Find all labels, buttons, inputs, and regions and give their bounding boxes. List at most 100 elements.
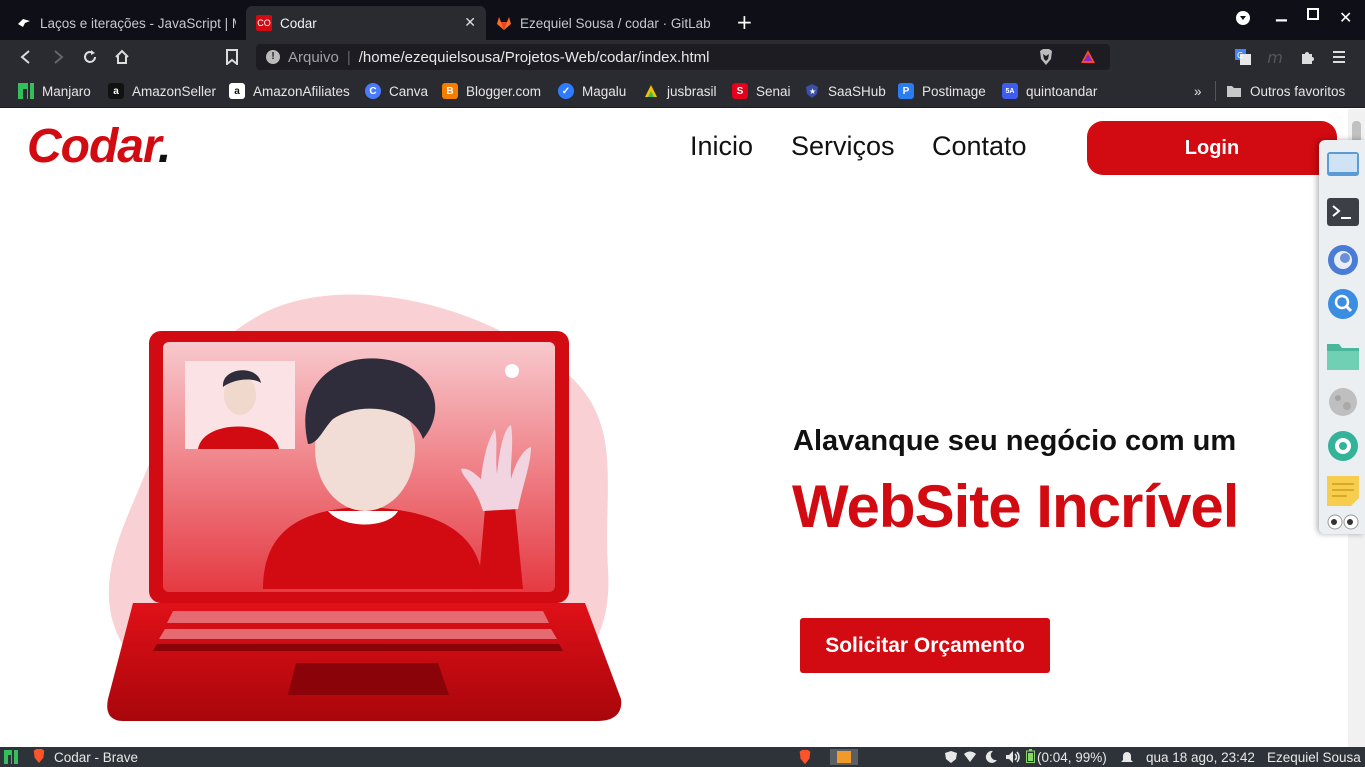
bookmark-label: quintoandar (1026, 83, 1098, 99)
user-name[interactable]: Ezequiel Sousa (1267, 749, 1361, 765)
brave-shields-icon[interactable] (1038, 48, 1054, 70)
bookmark-jusbrasil[interactable]: jusbrasil (643, 81, 717, 101)
minimize-icon[interactable]: ▁ (1276, 6, 1287, 22)
browser-launcher-icon[interactable] (1327, 244, 1359, 276)
bookmark-label: SaaSHub (828, 83, 886, 99)
taskbar: Codar - Brave (0:04, 99%) qua 18 ago, 23… (0, 747, 1365, 767)
bookmark-canva[interactable]: C Canva (365, 81, 428, 101)
nav-inicio[interactable]: Inicio (690, 131, 753, 162)
tab-title: Laços e iterações - JavaScript | MDN (40, 15, 236, 31)
eyes-icon[interactable] (1327, 512, 1359, 532)
terminal-icon[interactable] (1327, 196, 1359, 228)
maximize-icon[interactable] (1307, 8, 1319, 24)
bookmark-blogger[interactable]: B Blogger.com (442, 81, 541, 101)
nav-contato[interactable]: Contato (932, 131, 1027, 162)
nav-servicos[interactable]: Serviços (791, 131, 895, 162)
bookmark-postimage[interactable]: P Postimage (898, 81, 986, 101)
canva-icon: C (365, 83, 381, 99)
svg-text:G: G (1237, 51, 1243, 60)
bookmark-icon[interactable] (222, 47, 242, 67)
reload-icon[interactable] (80, 47, 100, 67)
request-quote-button[interactable]: Solicitar Orçamento (800, 618, 1050, 673)
saashub-icon: ★ (804, 83, 820, 99)
home-icon[interactable] (112, 47, 132, 67)
brave-rewards-icon[interactable] (1080, 49, 1096, 69)
translate-icon[interactable]: G (1233, 47, 1253, 67)
sublime-tray-icon[interactable] (830, 749, 858, 765)
url-text[interactable]: /home/ezequielsousa/Projetos-Web/codar/i… (359, 49, 710, 66)
folder-icon (1226, 83, 1242, 99)
notes-icon[interactable] (1327, 474, 1359, 506)
forward-icon[interactable] (48, 47, 68, 67)
quintoandar-icon: 5A (1002, 83, 1018, 99)
bookmark-amazonafiliates[interactable]: a AmazonAfiliates (229, 81, 350, 101)
battery-indicator[interactable]: (0:04, 99%) (1026, 748, 1107, 765)
hero-title: WebSite Incrível (792, 473, 1239, 540)
bookmark-label: Blogger.com (466, 83, 542, 99)
info-icon[interactable]: ! (266, 50, 280, 64)
tab-title: Ezequiel Sousa / codar · GitLab (520, 15, 711, 31)
close-tab-icon[interactable]: ✕ (464, 15, 476, 31)
tab-codar[interactable]: CO Codar ✕ (246, 6, 486, 40)
bookmark-label: Canva (389, 83, 429, 99)
search-icon[interactable] (1327, 288, 1359, 320)
bookmark-manjaro[interactable]: Manjaro (18, 81, 91, 101)
bookmarks-bar: Manjaro a AmazonSeller a AmazonAfiliates… (0, 74, 1365, 108)
taskbar-window-codar[interactable]: Codar - Brave (32, 747, 138, 767)
new-tab-button[interactable]: + (736, 12, 753, 32)
tab-gitlab[interactable]: Ezequiel Sousa / codar · GitLab (486, 6, 726, 40)
codar-favicon-icon: CO (256, 15, 272, 31)
close-window-icon[interactable]: ✕ (1339, 8, 1352, 27)
file-manager-icon[interactable] (1327, 340, 1359, 372)
moon-icon[interactable] (1327, 386, 1359, 418)
battery-status: (0:04, 99%) (1037, 749, 1107, 765)
tab-search-icon[interactable] (1235, 10, 1251, 30)
toolbar: ! Arquivo | /home/ezequielsousa/Projetos… (0, 40, 1365, 74)
tab-mdn[interactable]: Laços e iterações - JavaScript | MDN (6, 6, 246, 40)
page-content: Codar. Inicio Serviços Contato Login Ala… (3, 109, 1348, 747)
site-logo[interactable]: Codar. (27, 119, 171, 174)
other-favorites-folder[interactable]: Outros favoritos (1215, 81, 1345, 101)
manjaro-icon (18, 83, 34, 99)
notifications-bell-icon[interactable] (1120, 749, 1134, 765)
amazon-icon: a (108, 83, 124, 99)
laptop-keyboard-row (159, 629, 557, 639)
hero-illustration (107, 294, 622, 721)
bookmark-label: Postimage (922, 83, 986, 99)
bookmark-senai[interactable]: S Senai (732, 81, 791, 101)
login-button[interactable]: Login (1087, 121, 1337, 175)
brave-tray-icon[interactable] (797, 749, 813, 765)
camera-dot (505, 364, 519, 378)
svg-text:★: ★ (809, 87, 816, 96)
mdn-icon (16, 15, 32, 31)
jusbrasil-icon (643, 83, 659, 99)
address-bar[interactable]: ! Arquivo | /home/ezequielsousa/Projetos… (256, 44, 1110, 70)
extension-m-icon[interactable]: m (1265, 47, 1285, 67)
desktop-icon[interactable] (1327, 150, 1359, 182)
brave-icon (32, 748, 46, 767)
bookmark-label: Outros favoritos (1250, 83, 1346, 99)
app-menu-icon[interactable] (4, 750, 18, 767)
side-dock (1319, 140, 1365, 534)
taskbar-window-title: Codar - Brave (54, 749, 139, 765)
back-icon[interactable] (16, 47, 36, 67)
laptop-touchpad (288, 663, 449, 695)
gitlab-icon (496, 15, 512, 31)
extensions-icon[interactable] (1297, 47, 1317, 67)
bookmark-quintoandar[interactable]: 5A quintoandar (1002, 81, 1097, 101)
bookmark-amazonseller[interactable]: a AmazonSeller (108, 81, 216, 101)
bookmark-magalu[interactable]: ✓ Magalu (558, 81, 626, 101)
screenshot-icon[interactable] (1327, 430, 1359, 462)
blogger-icon: B (442, 83, 458, 99)
menu-icon[interactable] (1329, 47, 1349, 67)
night-mode-icon[interactable] (984, 749, 998, 765)
shield-icon[interactable] (944, 749, 958, 765)
clock[interactable]: qua 18 ago, 23:42 (1146, 749, 1255, 765)
volume-icon[interactable] (1005, 749, 1021, 765)
senai-icon: S (732, 83, 748, 99)
bookmark-saashub[interactable]: ★ SaaSHub (804, 81, 886, 101)
wifi-icon[interactable] (963, 749, 977, 765)
logo-dot: . (158, 120, 171, 173)
logo-text: Codar (27, 120, 159, 173)
more-bookmarks-button[interactable]: » (1194, 81, 1202, 101)
